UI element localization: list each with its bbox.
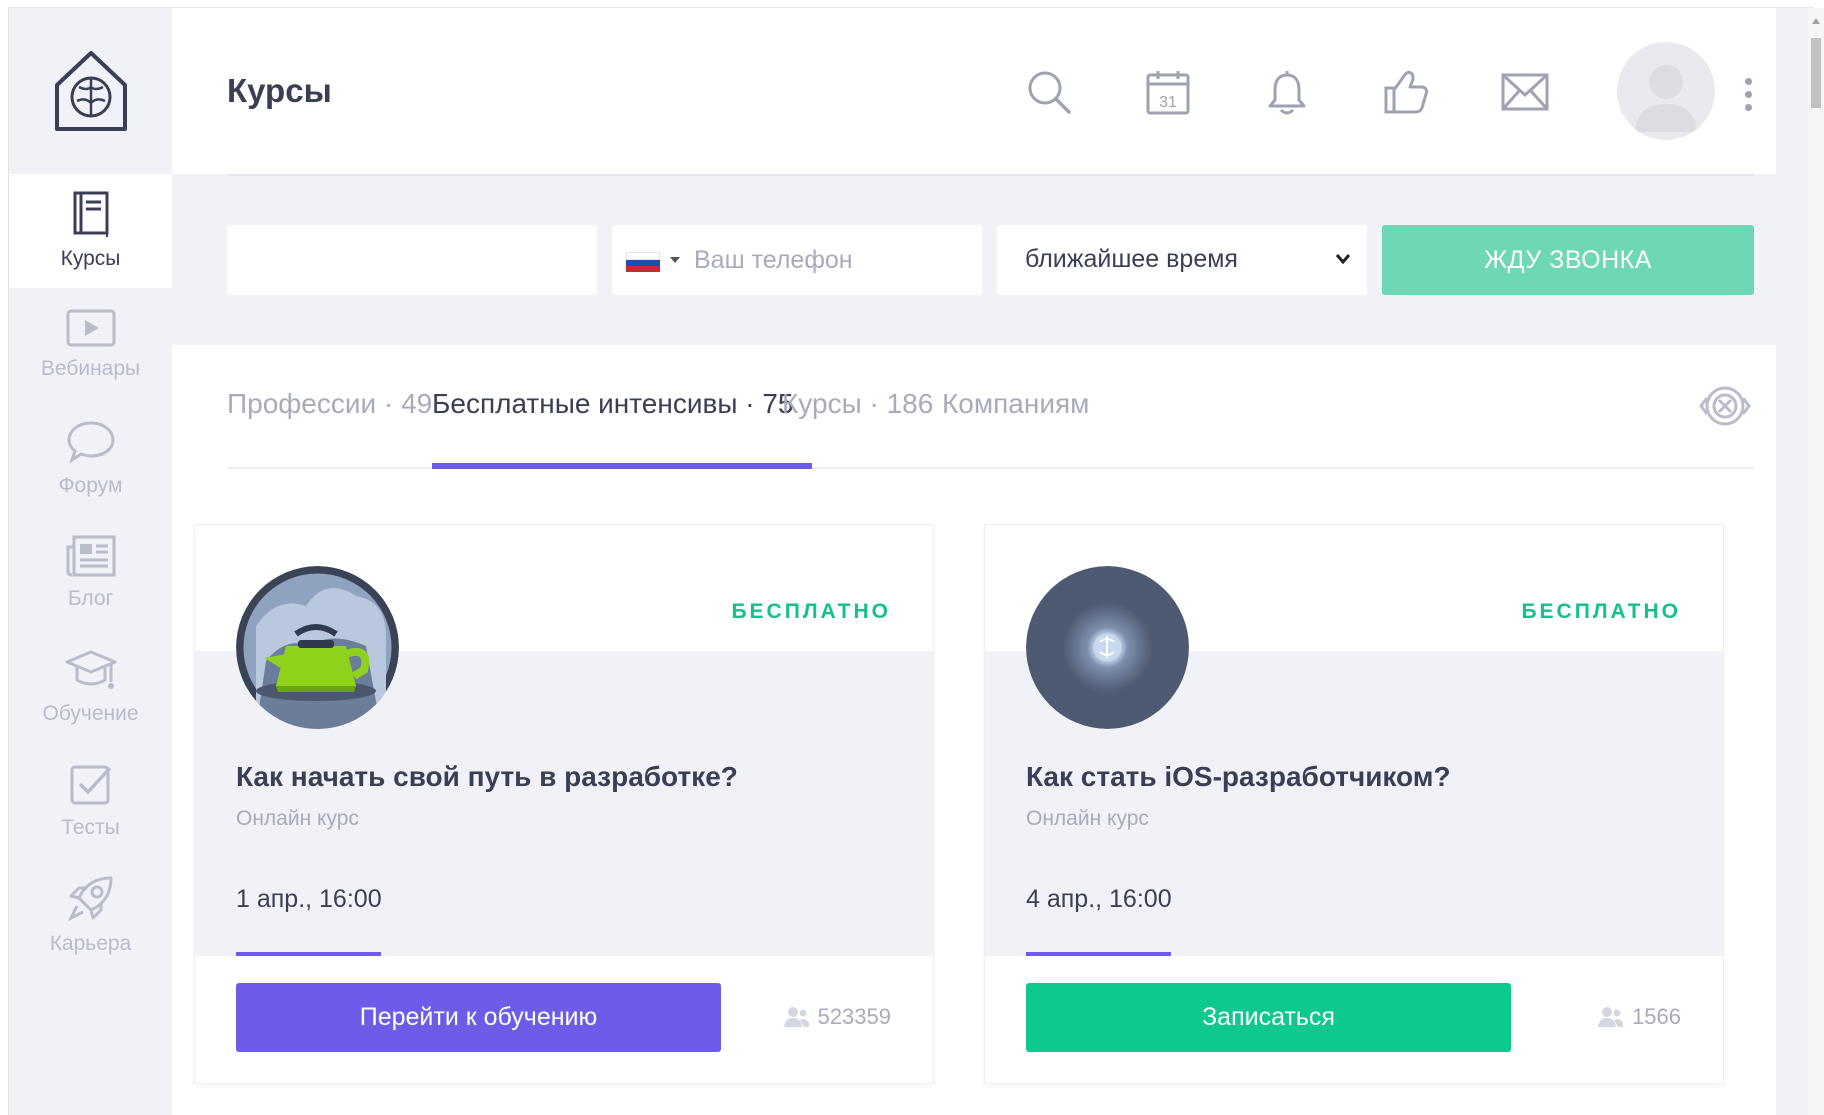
checkbox-icon (70, 765, 111, 805)
card-date: 1 апр., 16:00 (236, 885, 382, 913)
close-circle-icon (1699, 386, 1751, 426)
tabs: Профессии · 49 Бесплатные интенсивы · 75… (227, 345, 1754, 469)
phone-field (612, 225, 982, 295)
kebab-dot-icon (1745, 104, 1752, 111)
close-brain-button[interactable] (1697, 380, 1753, 432)
active-tab-indicator (432, 463, 812, 469)
kebab-dot-icon (1745, 91, 1752, 98)
search-button[interactable] (1025, 68, 1073, 116)
play-icon (66, 309, 115, 347)
participants-count: 1566 (1598, 1004, 1681, 1030)
kettle-course-image (236, 566, 399, 729)
bell-icon (1268, 71, 1306, 115)
enroll-button[interactable]: Записаться (1026, 983, 1511, 1052)
sidebar-item-label: Вебинары (40, 357, 141, 380)
card-title[interactable]: Как стать iOS-разработчиком? (1026, 761, 1451, 793)
sidebar-item-label: Форум (58, 474, 123, 497)
courses-content: Профессии · 49 Бесплатные интенсивы · 75… (172, 345, 1776, 1115)
page-scrollbar[interactable] (1808, 8, 1824, 1115)
sidebar-item-label: Курсы (60, 247, 121, 270)
users-icon (783, 1007, 809, 1027)
go-to-learning-button[interactable]: Перейти к обучению (236, 983, 721, 1052)
phone-input[interactable] (694, 225, 974, 295)
call-time-select[interactable]: ближайшее время (997, 225, 1367, 295)
tab-label: Курсы (782, 388, 862, 419)
course-card: БЕСПЛАТНО Как стать iOS-разработчиком? О… (985, 525, 1723, 1083)
tab-professions[interactable]: Профессии · 49 (227, 388, 432, 420)
graduation-cap-icon (65, 650, 116, 689)
call-time-selected: ближайшее время (1025, 245, 1238, 273)
russia-flag-icon[interactable] (626, 252, 660, 272)
thumbs-up-icon (1384, 70, 1428, 114)
kettle-image-icon (236, 566, 399, 729)
mail-icon (1501, 73, 1549, 111)
card-title[interactable]: Как начать свой путь в разработке? (236, 761, 738, 793)
calendar-icon: 31 (1146, 71, 1190, 115)
tab-courses[interactable]: Курсы · 186 (782, 388, 933, 420)
avatar[interactable] (1617, 42, 1715, 140)
card-progress-bar (236, 952, 381, 956)
card-type: Онлайн курс (1026, 807, 1149, 830)
course-card: БЕСПЛАТНО Как начать свой путь в разрабо… (195, 525, 933, 1083)
card-date: 4 апр., 16:00 (1026, 885, 1172, 913)
ios-course-image (1026, 566, 1189, 729)
sidebar: Курсы Вебинары Форум Блог Обучение Тесты… (9, 8, 172, 1115)
sidebar-item-tests[interactable]: Тесты (9, 744, 172, 858)
tab-free-intensives[interactable]: Бесплатные интенсивы · 75 (432, 388, 794, 420)
user-avatar-icon (1635, 65, 1697, 132)
sidebar-item-label: Блог (67, 587, 114, 610)
tab-label: Бесплатные интенсивы (432, 388, 738, 419)
price-badge: БЕСПЛАТНО (731, 600, 891, 623)
scroll-thumb[interactable] (1811, 38, 1821, 108)
logo[interactable] (9, 8, 172, 174)
sidebar-item-blog[interactable]: Блог (9, 516, 172, 630)
header-divider (227, 174, 1754, 176)
brain-house-logo-icon (54, 51, 127, 131)
chat-bubble-icon (66, 421, 115, 464)
calendar-day: 31 (1159, 94, 1177, 111)
rocket-icon (67, 876, 112, 922)
tab-label: Компаниям (942, 388, 1090, 419)
tab-label: Профессии (227, 388, 377, 419)
country-caret-icon[interactable] (670, 257, 680, 263)
sidebar-item-webinars[interactable]: Вебинары (9, 288, 172, 402)
users-icon (1598, 1007, 1624, 1027)
main-panel: Курсы 31 Ваш телефон ближайшее время ЖДУ… (172, 8, 1776, 1115)
participants-number: 523359 (817, 1004, 891, 1029)
sidebar-item-education[interactable]: Обучение (9, 630, 172, 744)
more-menu-button[interactable] (1745, 78, 1753, 114)
sidebar-item-career[interactable]: Карьера (9, 858, 172, 972)
sidebar-item-label: Тесты (61, 816, 120, 839)
calendar-button[interactable]: 31 (1144, 68, 1192, 116)
participants-count: 523359 (783, 1004, 891, 1030)
search-icon (1028, 71, 1071, 114)
book-icon (73, 191, 108, 237)
callback-submit-button[interactable]: ЖДУ ЗВОНКА (1382, 225, 1754, 295)
sidebar-item-label: Карьера (49, 932, 132, 955)
sidebar-item-label: Обучение (42, 702, 139, 725)
top-bar: Курсы 31 (172, 8, 1776, 174)
page-title: Курсы (227, 72, 332, 109)
sidebar-item-courses[interactable]: Курсы (9, 174, 172, 288)
kebab-dot-icon (1745, 78, 1752, 85)
participants-number: 1566 (1632, 1004, 1681, 1029)
tab-count: 186 (886, 388, 934, 419)
tab-companies[interactable]: Компаниям (942, 388, 1089, 420)
card-type: Онлайн курс (236, 807, 359, 830)
newspaper-icon (66, 535, 115, 577)
glowing-brain-image-icon (1026, 566, 1189, 729)
scroll-up-arrow-icon[interactable] (1812, 18, 1820, 24)
notifications-button[interactable] (1263, 68, 1311, 116)
chevron-down-icon (1335, 254, 1351, 265)
card-progress-bar (1026, 952, 1171, 956)
sidebar-item-forum[interactable]: Форум (9, 402, 172, 516)
tab-count: 49 (401, 388, 433, 419)
messages-button[interactable] (1501, 68, 1549, 116)
price-badge: БЕСПЛАТНО (1521, 600, 1681, 623)
likes-button[interactable] (1382, 68, 1430, 116)
name-input[interactable] (227, 225, 597, 295)
